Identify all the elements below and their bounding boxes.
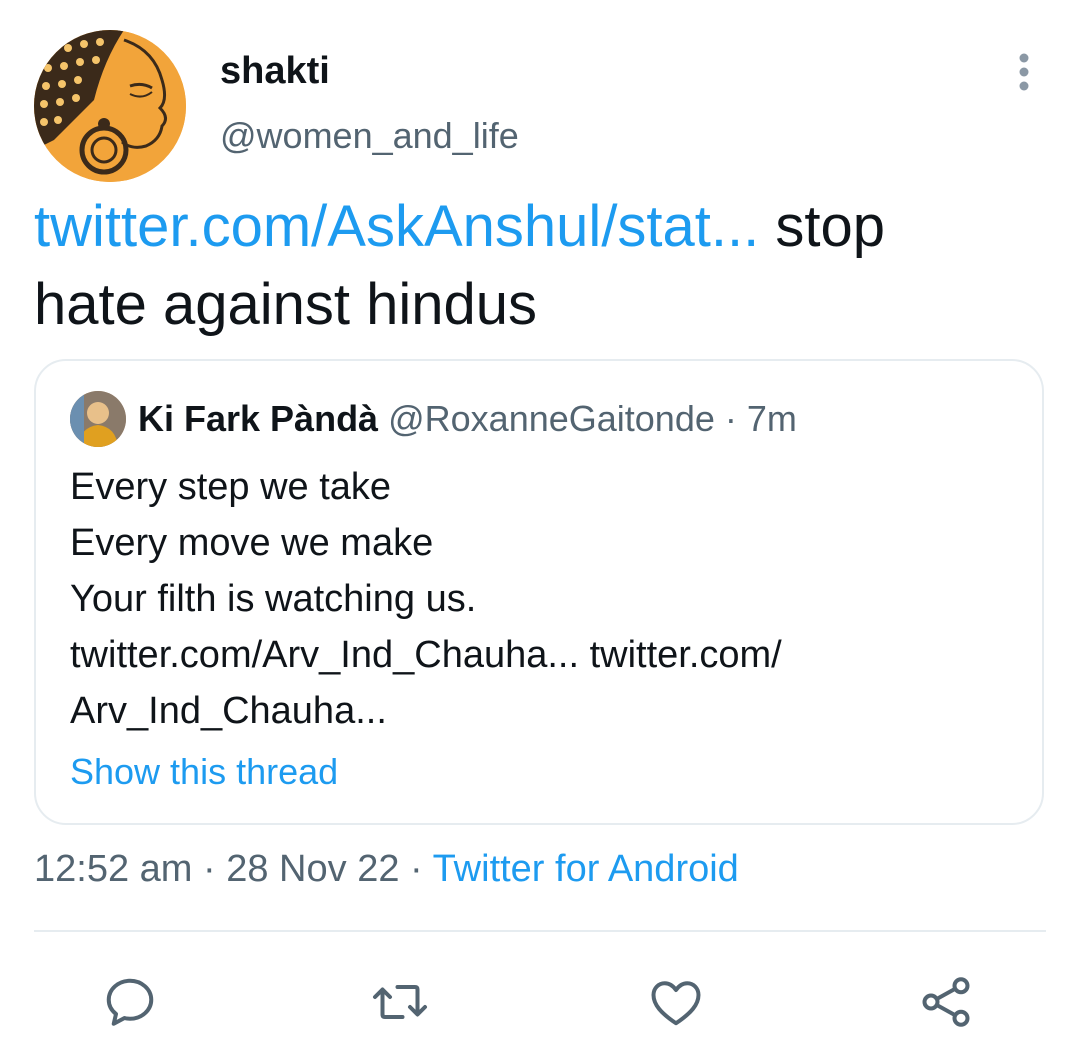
author-display-name[interactable]: shakti	[220, 50, 330, 93]
show-thread-link[interactable]: Show this thread	[70, 751, 338, 793]
quoted-author-handle[interactable]: @RoxanneGaitonde	[388, 398, 715, 439]
divider	[34, 930, 1046, 932]
tweet-meta: 12:52 am · 28 Nov 22 · Twitter for Andro…	[34, 848, 739, 891]
person-photo-avatar-icon	[70, 391, 126, 447]
more-options-button[interactable]	[1004, 50, 1044, 94]
quoted-tweet-header: Ki Fark Pàndà @RoxanneGaitonde · 7m	[138, 395, 797, 443]
quoted-author-avatar	[70, 391, 126, 447]
tweet-text-line2: hate against hindus	[34, 272, 538, 337]
retweet-icon	[373, 985, 427, 1019]
quoted-tweet-card[interactable]: Ki Fark Pàndà @RoxanneGaitonde · 7m Ever…	[34, 359, 1044, 825]
retweet-button[interactable]	[370, 972, 430, 1032]
tweet-link[interactable]: twitter.com/AskAnshul/stat...	[34, 194, 759, 259]
like-button[interactable]	[646, 972, 706, 1032]
heart-icon	[651, 981, 701, 1026]
quoted-time: 7m	[746, 398, 797, 439]
quoted-line: Your filth is watching us.	[70, 578, 477, 620]
reply-icon	[106, 978, 154, 1026]
quoted-separator: ·	[714, 398, 747, 439]
share-icon	[922, 977, 970, 1027]
quoted-author-name[interactable]: Ki Fark Pàndà	[138, 398, 378, 439]
tweet-source-link[interactable]: Twitter for Android	[433, 848, 739, 890]
share-button[interactable]	[916, 972, 976, 1032]
quoted-line: Every step we take	[70, 466, 392, 508]
tweet-text-suffix: stop	[759, 194, 886, 259]
meta-separator: ·	[192, 848, 227, 890]
quoted-tweet-body: Every step we take Every move we make Yo…	[70, 459, 1010, 739]
quoted-line: twitter.com/Arv_Ind_Chauha... twitter.co…	[70, 634, 782, 676]
quoted-line: Every move we make	[70, 522, 434, 564]
author-avatar[interactable]	[34, 30, 186, 182]
quoted-line: Arv_Ind_Chauha...	[70, 690, 387, 732]
author-handle[interactable]: @women_and_life	[220, 115, 519, 157]
meta-separator: ·	[399, 848, 433, 890]
reply-button[interactable]	[100, 972, 160, 1032]
illustrated-woman-avatar-icon	[34, 30, 186, 182]
tweet-time[interactable]: 12:52 am	[34, 848, 192, 890]
tweet-text: twitter.com/AskAnshul/stat... stop hate …	[34, 188, 1034, 344]
tweet-date[interactable]: 28 Nov 22	[226, 848, 399, 890]
vertical-dots-icon	[1019, 53, 1029, 91]
